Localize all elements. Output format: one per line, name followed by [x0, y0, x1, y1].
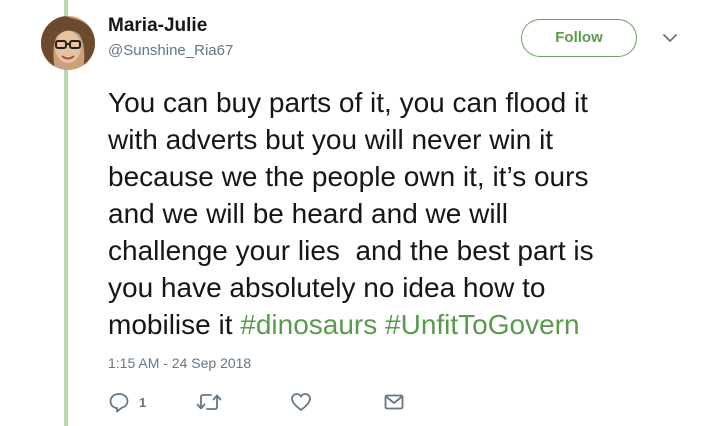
tweet-card: Maria-Julie @Sunshine_Ria67 Follow You c… — [0, 0, 720, 426]
direct-message-button[interactable] — [383, 391, 405, 413]
like-icon — [291, 393, 311, 411]
timestamp[interactable]: 1:15 AM - 24 Sep 2018 — [108, 354, 251, 372]
tweet-text-line: mobilise it — [108, 309, 241, 340]
hashtag-link-dinosaurs[interactable]: #dinosaurs — [240, 309, 377, 340]
avatar[interactable] — [41, 16, 95, 70]
avatar-image — [41, 16, 95, 70]
like-button[interactable] — [290, 391, 312, 413]
reply-icon — [109, 393, 129, 413]
tweet-text-line: you have absolutely no idea how to — [108, 272, 546, 303]
user-handle[interactable]: @Sunshine_Ria67 — [108, 42, 233, 60]
reply-count: 1 — [139, 394, 147, 410]
tweet-text-line: challenge your lies and the best part is — [108, 235, 594, 266]
retweet-button[interactable] — [196, 391, 222, 413]
follow-button[interactable]: Follow — [521, 19, 637, 57]
direct-message-icon — [384, 394, 404, 410]
display-name[interactable]: Maria-Julie — [108, 14, 207, 38]
chevron-down-icon[interactable] — [660, 30, 680, 46]
retweet-icon — [196, 394, 222, 410]
tweet-text-line: and we will be heard and we will — [108, 198, 508, 229]
reply-button[interactable]: 1 — [108, 391, 146, 413]
tweet-text: You can buy parts of it, you can flood i… — [108, 84, 708, 343]
tweet-text-line: because we the people own it, it’s ours — [108, 161, 589, 192]
hashtag-link-unfittogovern[interactable]: #UnfitToGovern — [385, 309, 580, 340]
tweet-text-line: You can buy parts of it, you can flood i… — [108, 87, 588, 118]
tweet-text-line: with adverts but you will never win it — [108, 124, 554, 155]
